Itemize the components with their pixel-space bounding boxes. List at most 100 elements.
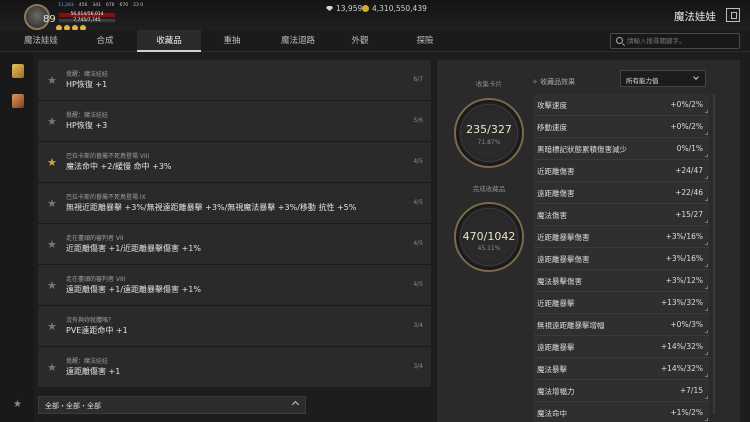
chevron-up-icon: [291, 400, 300, 409]
effect-row[interactable]: 魔法暴擊傷害 +3%/12%: [533, 270, 709, 292]
collection-effect: 遠距離傷害 +1/遠距離暴擊傷害 +1%: [66, 285, 201, 294]
favorite-filter-icon[interactable]: ★: [13, 399, 22, 410]
effect-row[interactable]: 攻擊速度 +0%/2%: [533, 94, 709, 116]
list-item[interactable]: ★ 覺醒：魔法娃娃 HP恢復 +3 5/6: [38, 101, 431, 142]
effect-name: 遠距離暴擊傷害: [537, 255, 590, 264]
collection-category: 覺醒：魔法娃娃: [66, 112, 109, 119]
corner-mark: [705, 220, 708, 223]
list-item[interactable]: ★ 覺醒：魔法娃娃 遠距離傷害 +1 3/4: [38, 347, 431, 388]
collection-category: 沒有與妳就體嗎？: [66, 317, 115, 324]
collection-effect: 無視近距離暴擊 +3%/無視遠距離暴擊 +3%/無視魔法暴擊 +3%/移動 抗性…: [66, 203, 357, 212]
tab-collection[interactable]: 收藏品: [137, 30, 201, 52]
collection-effect: 魔法命中 +2/緩慢 命中 +3%: [66, 162, 172, 171]
effect-row[interactable]: 近距離暴擊 +13%/32%: [533, 292, 709, 314]
list-item[interactable]: ★ 覺醒：魔法娃娃 HP恢復 +1 6/7: [38, 60, 431, 101]
stat-value: 23 0: [133, 3, 144, 8]
completed-progress-ring: 470/1042 45.11%: [454, 202, 524, 272]
cards-label: 收集卡片: [476, 80, 502, 88]
effect-row[interactable]: 魔法命中 +1%/2%: [533, 402, 709, 422]
effect-name: 魔法傷害: [537, 211, 567, 220]
list-item[interactable]: ★ 沒有與妳就體嗎？ PVE遠距命中 +1 3/4: [38, 306, 431, 347]
stat-value: 676: [105, 3, 115, 8]
book-icon[interactable]: [12, 94, 24, 108]
list-item[interactable]: ★ 走在盡頭的審判者 VII 近距離傷害 +1/近距離暴擊傷害 +1% 4/5: [38, 224, 431, 265]
effect-value: +24/47: [675, 166, 703, 175]
effect-row[interactable]: 近距離傷害 +24/47: [533, 160, 709, 182]
effect-row[interactable]: 遠距離暴擊 +14%/32%: [533, 336, 709, 358]
filter-label: 全部・全部・全部: [45, 402, 101, 410]
effect-row[interactable]: 黑暗標記狀態累積傷害減少 0%/1%: [533, 138, 709, 160]
effect-row[interactable]: 遠距離暴擊傷害 +3%/16%: [533, 248, 709, 270]
effect-value: +0%/2%: [670, 100, 703, 109]
effect-value: +3%/16%: [665, 254, 703, 263]
completed-value: 470/1042: [462, 230, 516, 243]
stat-value: 341: [92, 3, 101, 8]
star-icon[interactable]: ★: [47, 320, 57, 333]
mp-bar: 7,745/7,745: [58, 18, 116, 23]
tab-appearance[interactable]: 外觀: [333, 30, 387, 52]
effect-name: 近距離暴擊傷害: [537, 233, 590, 242]
collection-category: 巴拉卡斯的眷屬不死鳥登場 VIII: [66, 153, 150, 160]
tab-synthesis[interactable]: 合成: [78, 30, 132, 52]
effect-value: +7/15: [679, 386, 703, 395]
collection-count: 5/6: [413, 117, 423, 124]
star-icon[interactable]: ★: [47, 156, 57, 169]
corner-mark: [705, 198, 708, 201]
star-icon[interactable]: ★: [47, 238, 57, 251]
effects-list: 攻擊速度 +0%/2% 移動速度 +0%/2% 黑暗標記狀態累積傷害減少 0%/1% …: [533, 94, 709, 422]
star-icon[interactable]: ★: [47, 361, 57, 374]
tab-magic-circuit[interactable]: 魔法迴路: [268, 30, 328, 52]
effect-value: +13%/32%: [660, 298, 703, 307]
effect-row[interactable]: 魔法傷害 +15/27: [533, 204, 709, 226]
effect-value: +0%/2%: [670, 122, 703, 131]
cards-percent: 71.87%: [477, 139, 501, 146]
filter-dropdown[interactable]: 全部・全部・全部: [38, 396, 306, 414]
tab-magic-doll[interactable]: 魔法娃娃: [14, 30, 68, 52]
effect-name: 魔法命中: [537, 409, 567, 418]
tab-explore[interactable]: 探險: [398, 30, 452, 52]
list-item[interactable]: ★ 巴拉卡斯的眷屬不死鳥登場 VIII 魔法命中 +2/緩慢 命中 +3% 4/…: [38, 142, 431, 183]
list-item[interactable]: ★ 走在盡頭的審判者 VIII 遠距離傷害 +1/遠距離暴擊傷害 +1% 4/5: [38, 265, 431, 306]
star-icon[interactable]: ★: [47, 115, 57, 128]
search-box[interactable]: [610, 33, 740, 49]
exit-icon[interactable]: [726, 8, 740, 22]
diamond-count: 13,959: [336, 4, 363, 13]
effects-filter-dropdown[interactable]: 所有能力值: [620, 70, 706, 87]
collection-count: 4/5: [413, 199, 423, 206]
effect-name: 魔法暴擊傷害: [537, 277, 582, 286]
effect-row[interactable]: 遠距離傷害 +22/46: [533, 182, 709, 204]
collection-count: 3/4: [413, 322, 423, 329]
effect-row[interactable]: 移動速度 +0%/2%: [533, 116, 709, 138]
collection-category: 走在盡頭的審判者 VII: [66, 235, 124, 242]
corner-mark: [705, 110, 708, 113]
player-stats: 11,283 456 341 676 670 23 0: [58, 3, 143, 8]
list-item[interactable]: ★ 巴拉卡斯的眷屬不死鳥登場 IX 無視近距離暴擊 +3%/無視遠距離暴擊 +3…: [38, 183, 431, 224]
book-icon[interactable]: [12, 64, 24, 78]
corner-mark: [705, 308, 708, 311]
effect-value: 0%/1%: [676, 144, 703, 153]
effect-name: 攻擊速度: [537, 101, 567, 110]
collection-effect: HP恢復 +1: [66, 80, 108, 89]
star-icon[interactable]: ★: [47, 197, 57, 210]
window-title: 魔法娃娃: [674, 11, 716, 23]
collection-screen: 89 11,283 456 341 676 670 23 0 56,014/56…: [0, 0, 750, 422]
collection-category: 巴拉卡斯的眷屬不死鳥登場 IX: [66, 194, 146, 201]
star-icon[interactable]: ★: [47, 74, 57, 87]
stat-value: 11,283: [58, 3, 74, 8]
corner-mark: [705, 132, 708, 135]
effect-row[interactable]: 無視遠距離暴擊增幅 +0%/3%: [533, 314, 709, 336]
effect-name: 移動速度: [537, 123, 567, 132]
effects-scrollbar[interactable]: [713, 94, 715, 414]
effect-row[interactable]: 近距離暴擊傷害 +3%/16%: [533, 226, 709, 248]
search-input[interactable]: [627, 35, 737, 47]
collection-category: 覺醒：魔法娃娃: [66, 358, 109, 365]
collection-count: 4/5: [413, 240, 423, 247]
tab-reroll[interactable]: 重抽: [205, 30, 259, 52]
effect-row[interactable]: 魔法暴擊 +14%/32%: [533, 358, 709, 380]
effect-value: +15/27: [675, 210, 703, 219]
top-bar: 89 11,283 456 341 676 670 23 0 56,014/56…: [0, 0, 750, 31]
effect-value: +0%/3%: [670, 320, 703, 329]
corner-mark: [705, 286, 708, 289]
star-icon[interactable]: ★: [47, 279, 57, 292]
effect-row[interactable]: 魔法增幅力 +7/15: [533, 380, 709, 402]
